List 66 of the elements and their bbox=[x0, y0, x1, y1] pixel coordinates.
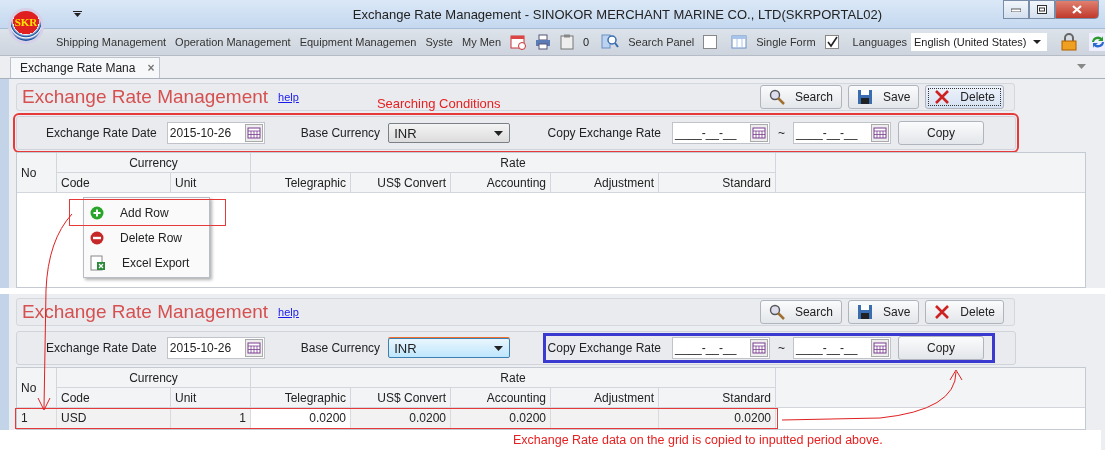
help-link[interactable]: help bbox=[278, 306, 299, 318]
delete-button[interactable]: Delete bbox=[925, 85, 1004, 109]
field-label: Exchange Rate Date bbox=[46, 126, 157, 140]
date-field[interactable]: ____-__-__ bbox=[793, 337, 891, 359]
count-label: 0 bbox=[583, 36, 590, 48]
document-tab[interactable]: Exchange Rate Mana × bbox=[10, 57, 161, 78]
column-header[interactable]: Standard bbox=[659, 173, 776, 193]
form-title: Exchange Rate Management bbox=[22, 86, 269, 108]
field-label: Copy Exchange Rate bbox=[547, 126, 661, 140]
column-header[interactable]: Adjustment bbox=[551, 388, 659, 408]
range-separator: ~ bbox=[778, 341, 785, 355]
column-header[interactable]: No bbox=[17, 153, 57, 193]
column-header[interactable]: Accounting bbox=[451, 173, 551, 193]
date-field[interactable]: 2015-10-26 bbox=[166, 337, 265, 359]
menu-item[interactable]: Equipment Managemen bbox=[299, 36, 417, 48]
date-field[interactable]: ____-__-__ bbox=[672, 337, 770, 359]
column-group-header: Currency bbox=[57, 153, 251, 173]
field-label: Base Currency bbox=[300, 341, 381, 355]
annotation-label: Exchange Rate data on the grid is copied to inputted period above. bbox=[0, 430, 1101, 450]
column-header[interactable]: Unit bbox=[171, 388, 251, 408]
field-label: Base Currency bbox=[300, 126, 381, 140]
field-label: Exchange Rate Date bbox=[46, 341, 157, 355]
menu-item[interactable]: Delete Row bbox=[84, 225, 209, 250]
currency-dropdown[interactable]: INR bbox=[388, 338, 511, 358]
column-group-header: Rate bbox=[251, 368, 776, 388]
language-dropdown[interactable]: English (United States) bbox=[911, 33, 1047, 51]
column-header[interactable]: Code bbox=[57, 388, 171, 408]
search-panel-label: Search Panel bbox=[628, 36, 695, 48]
date-field[interactable]: ____-__-__ bbox=[793, 122, 891, 144]
column-header[interactable]: Telegraphic bbox=[251, 173, 351, 193]
copy-button[interactable]: Copy bbox=[898, 336, 984, 360]
save-button[interactable]: Save bbox=[847, 300, 920, 324]
column-group-header: Rate bbox=[251, 153, 776, 173]
menu-item[interactable]: Operation Management bbox=[175, 36, 291, 48]
column-header[interactable]: No bbox=[17, 368, 57, 408]
help-link[interactable]: help bbox=[278, 91, 299, 103]
app-logo[interactable]: SKR bbox=[8, 8, 44, 44]
date-field[interactable]: 2015-10-26 bbox=[166, 122, 265, 144]
column-group-header: Currency bbox=[57, 368, 251, 388]
column-header[interactable]: Standard bbox=[659, 388, 776, 408]
save-button[interactable]: Save bbox=[847, 85, 920, 109]
languages-label: Languages bbox=[852, 36, 907, 48]
window-title: Exchange Rate Management - SINOKOR MERCHANT MARINE CO., LTD(SKRPORTAL02) bbox=[351, 6, 884, 22]
annotation-label: Searching Conditions bbox=[376, 95, 501, 111]
column-header[interactable]: Adjustment bbox=[551, 173, 659, 193]
column-header[interactable]: US$ Convert bbox=[351, 173, 451, 193]
menu-item[interactable]: Excel Export bbox=[84, 250, 209, 275]
copy-button[interactable]: Copy bbox=[898, 121, 984, 145]
column-header[interactable]: Accounting bbox=[451, 388, 551, 408]
date-field[interactable]: ____-__-__ bbox=[672, 122, 770, 144]
delete-button[interactable]: Delete bbox=[925, 300, 1004, 324]
field-label: Copy Exchange Rate bbox=[547, 341, 661, 355]
column-header[interactable]: Unit bbox=[171, 173, 251, 193]
search-button[interactable]: Search bbox=[759, 300, 842, 324]
column-header[interactable]: Telegraphic bbox=[251, 388, 351, 408]
close-icon[interactable]: × bbox=[147, 61, 155, 75]
column-header[interactable]: Code bbox=[57, 173, 171, 193]
menu-item[interactable]: Add Row bbox=[70, 200, 225, 225]
menu-item[interactable]: Syste bbox=[425, 36, 453, 48]
menu-item[interactable]: My Men bbox=[461, 36, 502, 48]
menu-item[interactable]: Shipping Management bbox=[56, 36, 167, 48]
currency-dropdown[interactable]: INR bbox=[388, 123, 511, 143]
range-separator: ~ bbox=[778, 126, 785, 140]
search-button[interactable]: Search bbox=[759, 85, 842, 109]
column-header[interactable]: US$ Convert bbox=[351, 388, 451, 408]
single-form-label: Single Form bbox=[756, 36, 816, 48]
